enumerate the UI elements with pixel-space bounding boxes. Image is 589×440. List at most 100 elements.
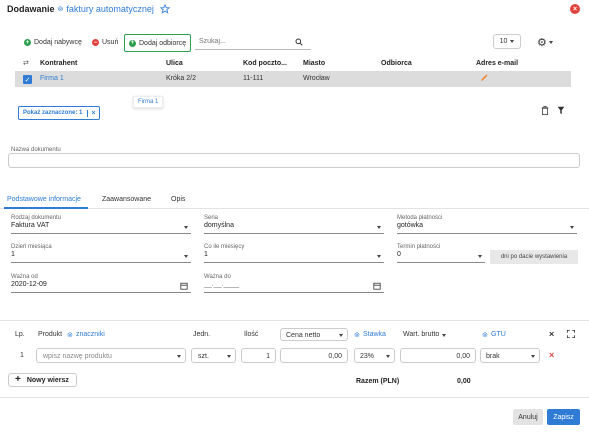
tab-advanced[interactable]: Zaawansowane	[102, 196, 151, 203]
show-selected-label: Pokaż zaznaczone: 1	[23, 110, 83, 116]
sum-label: Razem (PLN)	[356, 378, 400, 385]
table-row[interactable]: ✓ Firma 1 Króka 2/2 11-111 Wrocław	[15, 71, 571, 87]
wazne-do-value: __.__.____	[204, 281, 240, 288]
close-chip-icon[interactable]: ×	[87, 109, 95, 117]
pencil-icon[interactable]	[480, 73, 489, 84]
info-icon: ⊚	[354, 332, 360, 339]
seria-select[interactable]: domyślna	[204, 222, 384, 234]
add-recipient-label: Dodaj odbiorcę	[139, 39, 187, 47]
search-icon[interactable]	[295, 38, 303, 46]
vat-rate-select[interactable]: 23%	[354, 348, 395, 363]
rodzaj-label: Rodzaj dokumentu	[11, 215, 62, 221]
wazne-od-input[interactable]: 2020-12-09	[11, 281, 191, 293]
metoda-select[interactable]: gotówka	[397, 222, 577, 234]
co-ile-label: Co ile miesięcy	[204, 244, 245, 250]
cancel-label: Anuluj	[518, 413, 538, 421]
chevron-down-icon	[184, 226, 188, 229]
close-icon[interactable]: ×	[570, 4, 580, 14]
add-recipient-button[interactable]: + Dodaj odbiorcę	[124, 34, 192, 52]
gross-value-input[interactable]: 0,00	[400, 348, 476, 363]
column-miasto[interactable]: Miasto	[303, 60, 325, 67]
price-type-select[interactable]: Cena netto	[280, 328, 348, 341]
metoda-label: Metoda płatności	[397, 215, 443, 221]
trash-icon[interactable]	[541, 106, 549, 117]
rodzaj-value: Faktura VAT	[11, 222, 50, 229]
product-name-input[interactable]: wpisz nazwę produktu	[36, 348, 186, 363]
star-icon[interactable]	[159, 4, 170, 14]
expand-icon[interactable]	[567, 330, 575, 340]
add-buyer-button[interactable]: + Dodaj nabywcę	[24, 39, 82, 46]
termin-suffix: dni po dacie wystawienia	[490, 250, 578, 264]
page-header: Dodawanie ⊚ faktury automatycznej	[7, 4, 170, 14]
wazne-do-input[interactable]: __.__.____	[204, 281, 384, 293]
gtu-select[interactable]: brak	[480, 348, 540, 363]
metoda-value: gotówka	[397, 222, 424, 229]
vat-rate-value: 23%	[360, 353, 375, 360]
close-icon[interactable]: ×	[549, 329, 554, 339]
calendar-icon[interactable]	[180, 282, 188, 292]
dzien-select[interactable]: 1	[11, 251, 191, 263]
tab-basic-info[interactable]: Podstawowe informacje	[7, 196, 81, 203]
product-placeholder: wpisz nazwę produktu	[43, 353, 112, 360]
seria-value: domyślna	[204, 222, 234, 229]
info-icon: ⊚	[67, 332, 73, 339]
price-value: 0,00	[328, 353, 342, 360]
tooltip: Firma 1	[133, 96, 164, 108]
co-ile-select[interactable]: 1	[204, 251, 384, 263]
calendar-icon[interactable]	[373, 282, 381, 292]
header-jedn: Jedn.	[193, 331, 211, 338]
swap-icon[interactable]: ⇄	[23, 59, 29, 67]
header-stawka[interactable]: Stawka	[363, 331, 386, 338]
filter-icon[interactable]	[557, 106, 565, 117]
termin-suffix-text: dni po dacie wystawienia	[500, 254, 568, 260]
column-ulica[interactable]: Ulica	[166, 60, 183, 67]
quantity-input[interactable]: 1	[241, 348, 276, 363]
column-email[interactable]: Adres e-mail	[476, 60, 518, 67]
save-button[interactable]: Zapisz	[547, 409, 580, 425]
sum-value: 0,00	[457, 378, 471, 385]
products-divider	[0, 320, 589, 321]
plus-circle-icon: +	[129, 39, 136, 47]
unit-value: szt.	[198, 353, 209, 360]
plus-circle-icon: +	[24, 39, 31, 46]
settings-menu[interactable]: ⚙	[537, 36, 553, 49]
rodzaj-select[interactable]: Faktura VAT	[11, 222, 191, 234]
minus-circle-icon: −	[92, 39, 99, 46]
column-odbiorca[interactable]: Odbiorca	[381, 60, 412, 67]
termin-select[interactable]: 0	[397, 251, 485, 263]
delete-button[interactable]: − Usuń	[92, 39, 118, 46]
chevron-down-icon	[184, 255, 188, 258]
column-kontrahent[interactable]: Kontrahent	[40, 60, 77, 67]
header-ilosc: Ilość	[244, 331, 259, 338]
checkbox-checked-icon[interactable]: ✓	[23, 75, 32, 84]
price-input[interactable]: 0,00	[280, 348, 348, 363]
chevron-down-icon	[570, 226, 574, 229]
gears-icon: ⚙	[537, 37, 547, 49]
tab-description[interactable]: Opis	[171, 196, 185, 203]
dzien-label: Dzień miesiąca	[11, 244, 52, 250]
remove-row-icon[interactable]: ×	[549, 350, 554, 360]
unit-select[interactable]: szt.	[191, 348, 236, 363]
page-size-select[interactable]: 10	[493, 34, 521, 49]
chevron-down-icon	[386, 355, 390, 358]
chevron-down-icon	[227, 355, 231, 358]
document-name-input[interactable]	[8, 153, 580, 168]
new-row-button[interactable]: + Nowy wiersz	[8, 373, 77, 387]
cell-kontrahent[interactable]: Firma 1	[40, 75, 64, 82]
column-kod[interactable]: Kod poczto...	[243, 60, 287, 67]
products-header: Lp. Produkt ⊚ znaczniki Jedn. Ilość Cena…	[0, 328, 589, 342]
chevron-down-icon	[510, 40, 515, 43]
search-box[interactable]	[195, 34, 311, 50]
delete-label: Usuń	[102, 39, 119, 46]
show-selected-chip[interactable]: Pokaż zaznaczone: 1 ×	[18, 106, 101, 120]
tags-link[interactable]: znaczniki	[76, 331, 105, 338]
gtu-value: brak	[486, 353, 500, 360]
header-gtu[interactable]: GTU	[491, 331, 506, 338]
seria-label: Seria	[204, 215, 219, 221]
header-cena: Cena netto	[286, 332, 321, 339]
save-label: Zapisz	[553, 413, 574, 421]
search-input[interactable]	[195, 38, 295, 45]
header-wart[interactable]: Wart. brutto	[403, 331, 439, 338]
cell-kod: 11-111	[243, 75, 264, 82]
cancel-button[interactable]: Anuluj	[513, 409, 543, 425]
